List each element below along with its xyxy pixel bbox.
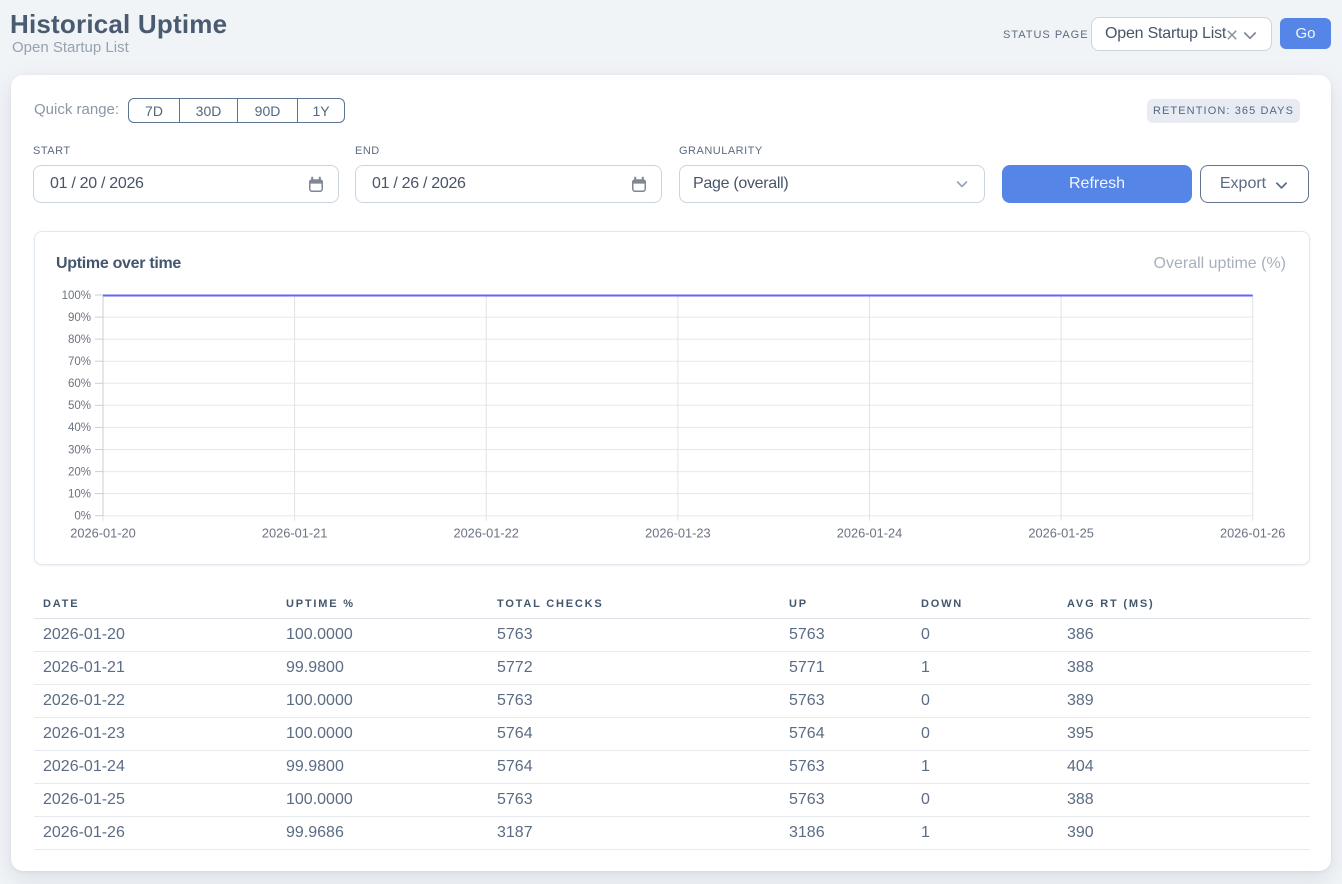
svg-text:90%: 90% [68,312,91,324]
svg-text:60%: 60% [68,378,91,390]
svg-text:2026-01-22: 2026-01-22 [453,526,518,541]
svg-text:2026-01-25: 2026-01-25 [1028,526,1093,541]
svg-text:10%: 10% [68,488,91,500]
svg-text:2026-01-21: 2026-01-21 [262,526,327,541]
svg-text:0%: 0% [74,511,91,523]
svg-text:20%: 20% [68,466,91,478]
svg-text:2026-01-26: 2026-01-26 [1220,526,1285,541]
svg-text:2026-01-24: 2026-01-24 [837,526,902,541]
svg-text:50%: 50% [68,400,91,412]
svg-text:30%: 30% [68,444,91,456]
svg-text:40%: 40% [68,422,91,434]
svg-text:100%: 100% [62,290,91,302]
svg-text:80%: 80% [68,334,91,346]
svg-text:2026-01-20: 2026-01-20 [70,526,135,541]
svg-text:2026-01-23: 2026-01-23 [645,526,710,541]
svg-text:70%: 70% [68,356,91,368]
